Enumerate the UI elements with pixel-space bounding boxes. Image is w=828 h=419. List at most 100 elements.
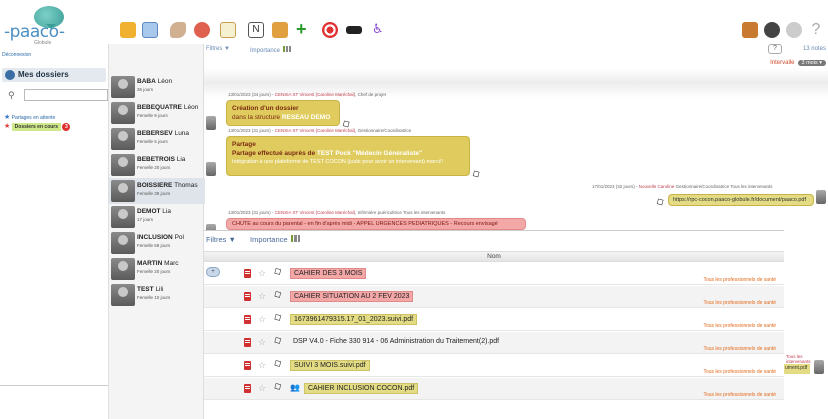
in-progress-label: Dossiers en cours (11, 123, 62, 131)
column-header-name[interactable]: Nom (204, 251, 784, 262)
star-icon[interactable]: ☆ (258, 383, 266, 394)
patient-item[interactable]: DEMOT Lia 17 jours (109, 204, 205, 230)
pdf-icon (244, 269, 251, 278)
patient-name: BEBERSEV Luna (137, 130, 190, 137)
avatar (111, 102, 135, 124)
shoe-icon[interactable] (170, 22, 186, 38)
target-icon[interactable] (322, 22, 338, 38)
star-icon[interactable]: ☆ (258, 337, 266, 348)
document-icon[interactable] (220, 22, 236, 38)
document-name[interactable]: 1673961479315.17_01_2023.suivi.pdf (290, 314, 418, 325)
note-share[interactable]: Partage Partage effectué auprès de TEST … (226, 136, 470, 176)
patient-name: INCLUSION Pol (137, 234, 184, 241)
patient-item[interactable]: BEBEQUATRE Léon Femelle 9 jours (109, 100, 205, 126)
chat-icon[interactable] (142, 22, 158, 38)
document-row[interactable]: ☆ ◇ SUIVI 3 MOIS.suivi.pdf Tous les profe… (204, 355, 784, 377)
tag-icon[interactable]: ◇ (272, 357, 284, 370)
pill-icon[interactable] (194, 22, 210, 38)
patient-item[interactable]: MARTIN Marc Femelle 20 jours (109, 256, 205, 282)
my-folders-header[interactable]: Mes dossiers (2, 68, 106, 82)
note-meta: 13/01/2023 (31 jours) - CENSIA ST Vincen… (228, 128, 412, 133)
calendar-icon[interactable] (272, 22, 288, 38)
interval-selector[interactable]: Intervalle 3 mois ▾ (770, 60, 826, 66)
author-avatar (814, 360, 824, 374)
wheelchair-icon[interactable]: ♿ (372, 22, 388, 38)
briefcase-icon[interactable] (742, 22, 758, 38)
n-icon[interactable]: N (248, 22, 264, 38)
document-name[interactable]: CAHIER DES 3 MOIS (290, 268, 367, 279)
star-icon[interactable]: ☆ (258, 291, 266, 302)
documents-panel: Filtres ▼ Importance Nom + ☆ ◇ CAHIER DES… (204, 230, 784, 419)
paaco-logo[interactable]: -paaco- Globule (4, 6, 76, 46)
document-row[interactable]: ☆ ◇ 1673961479315.17_01_2023.suivi.pdf To… (204, 309, 784, 331)
interval-dropdown[interactable]: 3 mois ▾ (797, 60, 826, 66)
tag-icon[interactable]: ◇ (272, 265, 284, 278)
documents-importance-filter[interactable]: Importance (250, 235, 301, 244)
camera-icon[interactable] (764, 22, 780, 38)
patient-item[interactable]: BEBERSEV Luna Femelle 5 jours (109, 126, 205, 152)
interval-label: Intervalle (770, 60, 795, 66)
graduation-icon[interactable] (346, 26, 362, 34)
help-icon[interactable]: ? (808, 22, 824, 38)
timeline-filters-button[interactable]: Filtres ▼ (206, 46, 230, 52)
author-avatar (206, 162, 216, 176)
patient-item[interactable]: TEST Lili Femelle 10 jours (109, 282, 205, 308)
note-author-link[interactable]: Nouvelle Caroline (639, 184, 675, 189)
document-row[interactable]: ☆ ◇ CAHIER SITUATION AU 2 FEV 2023 Tous l… (204, 286, 784, 308)
note-author-link[interactable]: CENSIA ST Vincent (Caroline Maréchal) (275, 128, 355, 133)
tag-icon[interactable]: ◇ (470, 166, 484, 180)
document-name[interactable]: SUIVI 3 MOIS.suivi.pdf (290, 360, 370, 371)
document-name[interactable]: CAHIER INCLUSION COCON.pdf (304, 383, 419, 394)
settings-icon[interactable] (786, 22, 802, 38)
tag-icon[interactable]: ◇ (272, 380, 284, 393)
note-link[interactable]: https://rpc-cocon.paaco-globule.fr/docum… (668, 194, 814, 206)
star-icon[interactable]: ☆ (258, 360, 266, 371)
patient-age: Femelle 10 jours (137, 295, 171, 300)
document-name[interactable]: CAHIER SITUATION AU 2 FEV 2023 (290, 291, 414, 302)
search-input[interactable] (24, 89, 108, 101)
document-audience: Tous les professionnels de santé (703, 369, 776, 375)
logout-link[interactable]: Déconnexion (2, 52, 31, 58)
folder-icon[interactable] (120, 22, 136, 38)
documents-filters-button[interactable]: Filtres ▼ (206, 235, 236, 244)
timeline-importance-filter[interactable]: Importance (250, 46, 291, 54)
star-icon[interactable]: ☆ (258, 268, 266, 279)
patient-item[interactable]: INCLUSION Pol Femelle 58 jours (109, 230, 205, 256)
plus-icon[interactable]: + (296, 20, 312, 38)
timeline-help-button[interactable]: ? (768, 44, 782, 54)
avatar (111, 258, 135, 280)
note-author-link[interactable]: CENSIA ST Vincent (Caroline Maréchal) (275, 92, 355, 97)
note-creation[interactable]: Création d'un dossier dans la structure … (226, 100, 340, 126)
patient-item-selected[interactable]: BOISSIERE Thomas Femelle 39 jours (109, 178, 205, 204)
tag-icon[interactable]: ◇ (272, 288, 284, 301)
shared-pending-link[interactable]: ★ Partages en attente (4, 113, 55, 121)
note-alert[interactable]: CHUTE au cours du parental - en fin d'ap… (226, 218, 526, 230)
tag-icon[interactable]: ◇ (272, 334, 284, 347)
document-row[interactable]: ☆ ◇ DSP V4.0 - Fiche 330 914 - 06 Adminis… (204, 332, 784, 354)
document-row[interactable]: ☆ ◇ CAHIER DES 3 MOIS Tous les profession… (204, 263, 784, 285)
document-audience: Tous les professionnels de santé (703, 346, 776, 352)
pdf-icon (244, 315, 251, 324)
document-audience: Tous les professionnels de santé (703, 392, 776, 398)
document-name[interactable]: DSP V4.0 - Fiche 330 914 - 06 Administra… (290, 337, 502, 346)
in-progress-link[interactable]: ★ Dossiers en cours 3 (4, 122, 71, 131)
avatar (111, 128, 135, 150)
patient-name: BOISSIERE Thomas (137, 182, 198, 189)
patient-item[interactable]: BABA Léon 36 jours (109, 74, 205, 100)
note-author-link[interactable]: CENSIA ST Vincent (Caroline Maréchal) (275, 210, 355, 215)
avatar (111, 284, 135, 306)
star-icon[interactable]: ☆ (258, 314, 266, 325)
search-icon: ⚲ (8, 90, 15, 100)
document-audience: Tous les professionnels de santé (703, 277, 776, 283)
patient-name: MARTIN Marc (137, 260, 179, 267)
tag-icon[interactable]: ◇ (654, 194, 668, 208)
note-meta: 13/01/2023 (31 jours) - CENSIA ST Vincen… (228, 210, 446, 215)
overflow-link[interactable]: ument.pdf (784, 364, 810, 374)
pdf-icon (244, 361, 251, 370)
tag-icon[interactable]: ◇ (272, 311, 284, 324)
patient-item[interactable]: BEBETROIS Lia Femelle 20 jours (109, 152, 205, 178)
documents-filter-bar: Filtres ▼ Importance (206, 235, 301, 244)
avatar (111, 76, 135, 98)
patient-name: BEBEQUATRE Léon (137, 104, 199, 111)
document-row[interactable]: ☆ ◇ 👥 CAHIER INCLUSION COCON.pdf Tous les… (204, 378, 784, 400)
